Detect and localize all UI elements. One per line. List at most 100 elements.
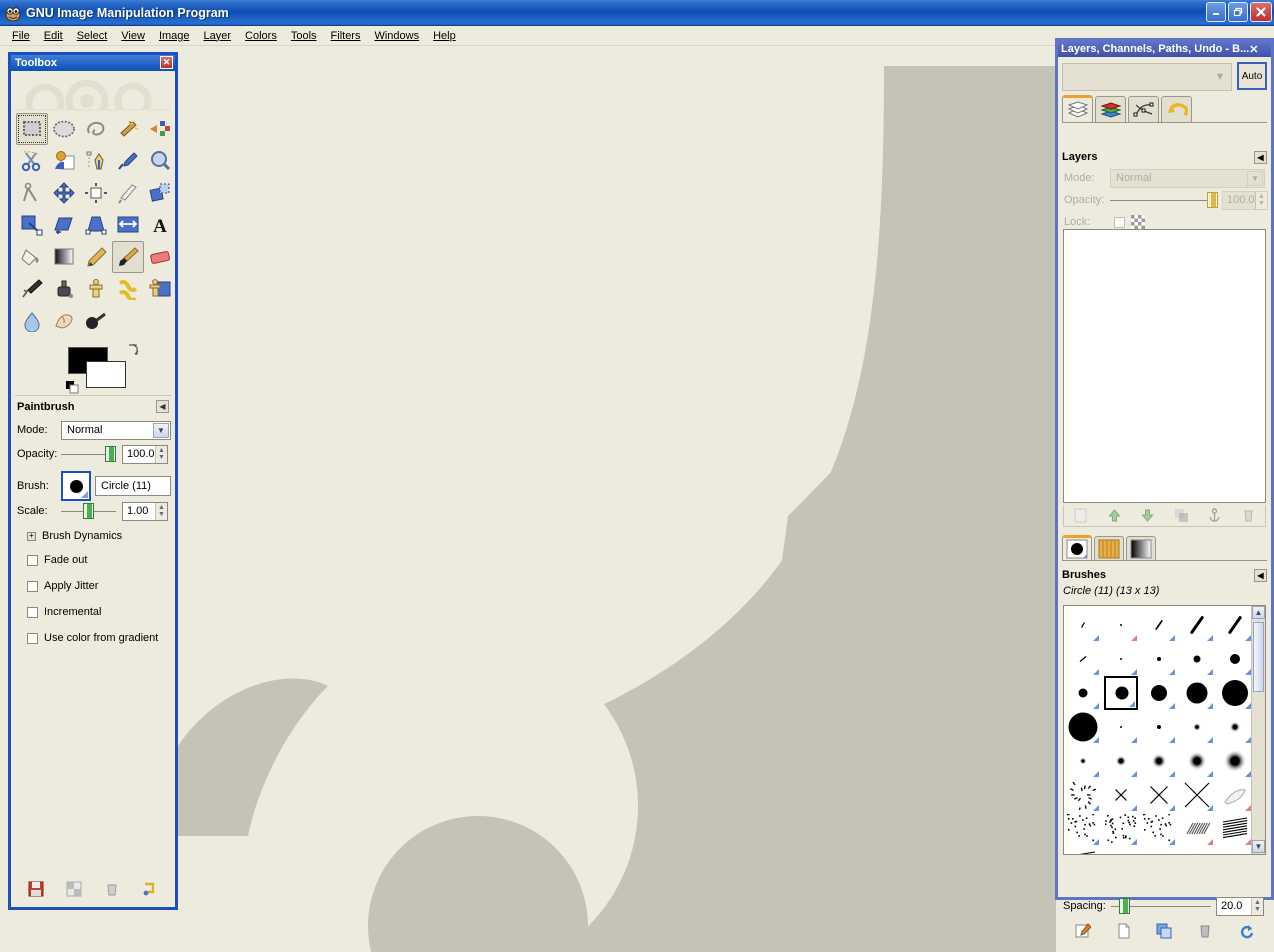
dock-close-button[interactable]: ✕ <box>1249 43 1258 56</box>
scale-spinner[interactable]: 1.00 ▲ ▼ <box>122 501 168 521</box>
brush-cell[interactable] <box>1180 710 1214 744</box>
scale-slider-knob[interactable] <box>83 503 94 519</box>
tab-layers[interactable] <box>1062 95 1093 122</box>
delete-brush-button[interactable] <box>1197 923 1213 939</box>
free-select-tool[interactable] <box>80 113 112 145</box>
move-tool[interactable] <box>48 177 80 209</box>
swap-colors-icon[interactable] <box>126 343 140 357</box>
brush-cell[interactable] <box>1104 744 1138 778</box>
color-picker-tool[interactable] <box>112 145 144 177</box>
chevron-down-icon[interactable]: ▼ <box>153 422 169 438</box>
minimize-button[interactable] <box>1206 2 1226 22</box>
tab-brushes[interactable] <box>1062 535 1092 560</box>
brush-cell[interactable] <box>1104 642 1138 676</box>
bucket-fill-tool[interactable] <box>16 241 48 273</box>
dodge-burn-tool[interactable] <box>80 305 112 337</box>
perspective-clone-tool[interactable] <box>144 273 176 305</box>
use-color-from-gradient-checkbox[interactable]: Use color from gradient <box>27 632 158 644</box>
apply-jitter-checkbox[interactable]: Apply Jitter <box>27 580 98 592</box>
fade-out-checkbox[interactable]: Fade out <box>27 554 87 566</box>
crop-tool[interactable] <box>112 177 144 209</box>
brush-cell[interactable] <box>1066 778 1100 812</box>
brush-preview-button[interactable] <box>61 471 91 501</box>
anchor-layer-button[interactable] <box>1207 508 1222 523</box>
brush-name-field[interactable]: Circle (11) <box>95 476 171 496</box>
tab-patterns[interactable] <box>1094 536 1124 560</box>
airbrush-tool[interactable] <box>16 273 48 305</box>
brush-cell[interactable] <box>1104 812 1138 846</box>
select-by-color-tool[interactable] <box>144 113 176 145</box>
duplicate-brush-button[interactable] <box>1156 923 1172 939</box>
gradient-tool[interactable] <box>48 241 80 273</box>
brush-cell[interactable] <box>1180 676 1214 710</box>
incremental-checkbox[interactable]: Incremental <box>27 606 101 618</box>
mode-combo[interactable]: Normal ▼ <box>61 420 171 440</box>
brush-cell[interactable] <box>1142 778 1176 812</box>
layers-panel-collapse-button[interactable]: ◀ <box>1254 150 1267 164</box>
blur-sharpen-tool[interactable] <box>16 305 48 337</box>
apply-jitter-checkbox-box[interactable] <box>27 580 38 592</box>
text-tool[interactable]: A <box>144 209 176 241</box>
opacity-slider-knob[interactable] <box>105 446 116 462</box>
menu-windows[interactable]: Windows <box>367 28 426 44</box>
brush-cell[interactable] <box>1180 744 1214 778</box>
save-tool-options-button[interactable] <box>27 880 45 898</box>
brush-cell[interactable] <box>1142 608 1176 642</box>
brush-cell[interactable] <box>1180 608 1214 642</box>
tool-options-collapse-button[interactable]: ◀ <box>156 400 169 413</box>
scale-slider[interactable] <box>61 503 116 519</box>
chevron-down-icon[interactable]: ▼ <box>1211 68 1229 86</box>
brush-cell[interactable] <box>1104 778 1138 812</box>
brush-cell[interactable] <box>1104 608 1138 642</box>
tab-gradients[interactable] <box>1126 536 1156 560</box>
image-selector-combo[interactable]: ▼ <box>1062 63 1232 91</box>
menu-view[interactable]: View <box>114 28 152 44</box>
brush-dynamics-expander-row[interactable]: + Brush Dynamics <box>27 530 122 542</box>
background-color-swatch[interactable] <box>86 361 126 388</box>
edit-brush-button[interactable] <box>1075 923 1092 939</box>
brush-cell[interactable] <box>1066 744 1100 778</box>
brush-dynamics-expander-icon[interactable]: + <box>27 531 36 541</box>
incremental-checkbox-box[interactable] <box>27 606 38 618</box>
tab-paths[interactable] <box>1128 96 1159 122</box>
brush-cell[interactable] <box>1180 642 1214 676</box>
brush-cell[interactable] <box>1066 608 1100 642</box>
brush-cell[interactable] <box>1218 744 1251 778</box>
brush-cell[interactable] <box>1180 846 1214 854</box>
brush-cell[interactable] <box>1218 608 1251 642</box>
restore-button[interactable] <box>1228 2 1248 22</box>
brush-cell[interactable] <box>1218 846 1251 854</box>
spacing-spinner-arrows[interactable]: ▲ ▼ <box>1251 897 1263 915</box>
brushes-grid-container[interactable]: ▲ ▼ <box>1063 605 1266 855</box>
brush-cell[interactable] <box>1180 778 1214 812</box>
opacity-spinner[interactable]: 100.0 ▲ ▼ <box>122 444 168 464</box>
brush-cell[interactable] <box>1218 778 1251 812</box>
lower-layer-button[interactable] <box>1140 508 1155 523</box>
close-button[interactable] <box>1250 2 1272 22</box>
brush-cell[interactable] <box>1142 710 1176 744</box>
brush-cell[interactable] <box>1142 846 1176 854</box>
menu-layer[interactable]: Layer <box>197 28 239 44</box>
brush-cell[interactable] <box>1180 812 1214 846</box>
menu-filters[interactable]: Filters <box>324 28 368 44</box>
scale-spinner-arrows[interactable]: ▲ ▼ <box>155 502 167 520</box>
menu-tools[interactable]: Tools <box>284 28 324 44</box>
spacing-slider-knob[interactable] <box>1119 898 1130 914</box>
brush-cell[interactable] <box>1104 846 1138 854</box>
brushes-scrollbar[interactable]: ▲ ▼ <box>1251 606 1265 854</box>
fade-out-checkbox-box[interactable] <box>27 554 38 566</box>
brush-cell[interactable] <box>1142 642 1176 676</box>
brush-cell[interactable] <box>1142 812 1176 846</box>
scale-tool[interactable] <box>16 209 48 241</box>
brush-cell[interactable] <box>1218 812 1251 846</box>
scissors-select-tool[interactable] <box>16 145 48 177</box>
raise-layer-button[interactable] <box>1107 508 1122 523</box>
delete-layer-button[interactable] <box>1241 508 1256 523</box>
brush-cell[interactable] <box>1104 710 1138 744</box>
opacity-spinner-arrows[interactable]: ▲ ▼ <box>155 445 167 463</box>
fuzzy-select-tool[interactable] <box>112 113 144 145</box>
shear-tool[interactable] <box>48 209 80 241</box>
brush-cell[interactable] <box>1142 676 1176 710</box>
brush-cell[interactable] <box>1066 710 1100 744</box>
brush-cell[interactable] <box>1142 744 1176 778</box>
